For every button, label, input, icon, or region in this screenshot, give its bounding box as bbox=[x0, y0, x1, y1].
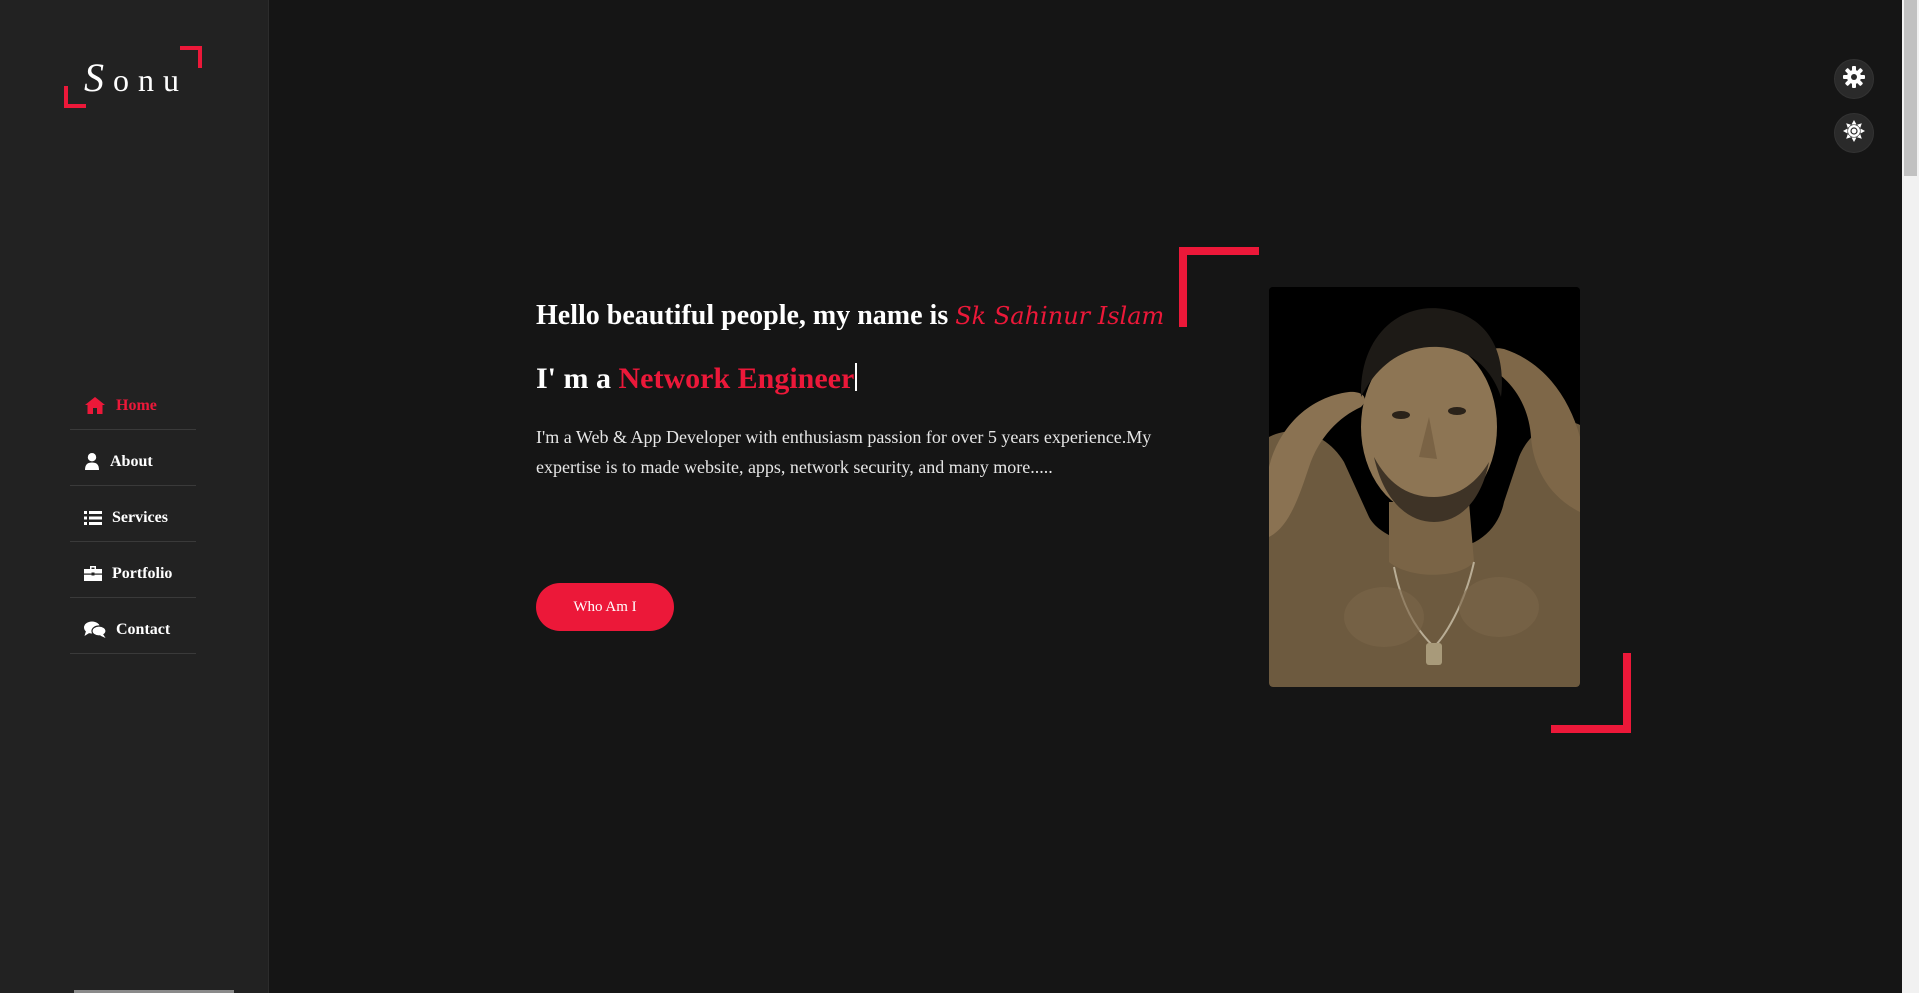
portfolio-page: Sonu Home About Services Portfolio Conta… bbox=[0, 0, 1919, 993]
logo-text: Sonu bbox=[84, 54, 188, 101]
nav-item-about[interactable]: About bbox=[70, 430, 196, 486]
logo-rest: onu bbox=[113, 62, 188, 98]
nav-label-about: About bbox=[110, 452, 153, 470]
typing-cursor bbox=[855, 363, 858, 391]
gear-icon bbox=[1843, 65, 1865, 93]
nav-item-contact[interactable]: Contact bbox=[70, 598, 196, 654]
role-heading: I' m a Network Engineer bbox=[536, 362, 1176, 396]
profile-photo bbox=[1269, 287, 1580, 687]
hero-name: Sk Sahinur Islam bbox=[955, 302, 1165, 330]
comments-icon bbox=[84, 621, 106, 639]
nav-item-portfolio[interactable]: Portfolio bbox=[70, 542, 196, 598]
greeting-heading: Hello beautiful people, my name is Sk Sa… bbox=[536, 300, 1176, 332]
main-nav: Home About Services Portfolio Contact bbox=[70, 374, 196, 654]
photo-corner-top-left bbox=[1179, 247, 1259, 327]
sun-icon bbox=[1843, 119, 1865, 147]
user-icon bbox=[84, 453, 100, 471]
scrollbar-thumb[interactable] bbox=[1904, 0, 1917, 176]
theme-toggle-button[interactable] bbox=[1834, 113, 1874, 153]
list-icon bbox=[84, 509, 102, 527]
briefcase-icon bbox=[84, 565, 102, 583]
who-am-i-button[interactable]: Who Am I bbox=[536, 583, 674, 631]
role-prefix: I' m a bbox=[536, 362, 619, 395]
hero-section: Hello beautiful people, my name is Sk Sa… bbox=[536, 300, 1176, 482]
nav-label-services: Services bbox=[112, 508, 168, 526]
logo-first-letter: S bbox=[84, 55, 113, 100]
nav-item-services[interactable]: Services bbox=[70, 486, 196, 542]
nav-label-portfolio: Portfolio bbox=[112, 564, 173, 582]
home-icon bbox=[84, 397, 106, 415]
role-title: Network Engineer bbox=[618, 362, 855, 395]
logo[interactable]: Sonu bbox=[64, 46, 204, 108]
nav-item-home[interactable]: Home bbox=[70, 374, 196, 430]
nav-label-contact: Contact bbox=[116, 620, 171, 638]
sidebar: Sonu Home About Services Portfolio Conta… bbox=[0, 0, 269, 993]
profile-photo-illustration bbox=[1269, 287, 1580, 687]
nav-label-home: Home bbox=[116, 396, 157, 414]
hero-description: I'm a Web & App Developer with enthusias… bbox=[536, 427, 1152, 477]
greeting-text: Hello beautiful people, my name is bbox=[536, 300, 956, 331]
vertical-scrollbar[interactable] bbox=[1902, 0, 1919, 993]
logo-corner-bottom-left bbox=[64, 86, 86, 108]
settings-button[interactable] bbox=[1834, 59, 1874, 99]
